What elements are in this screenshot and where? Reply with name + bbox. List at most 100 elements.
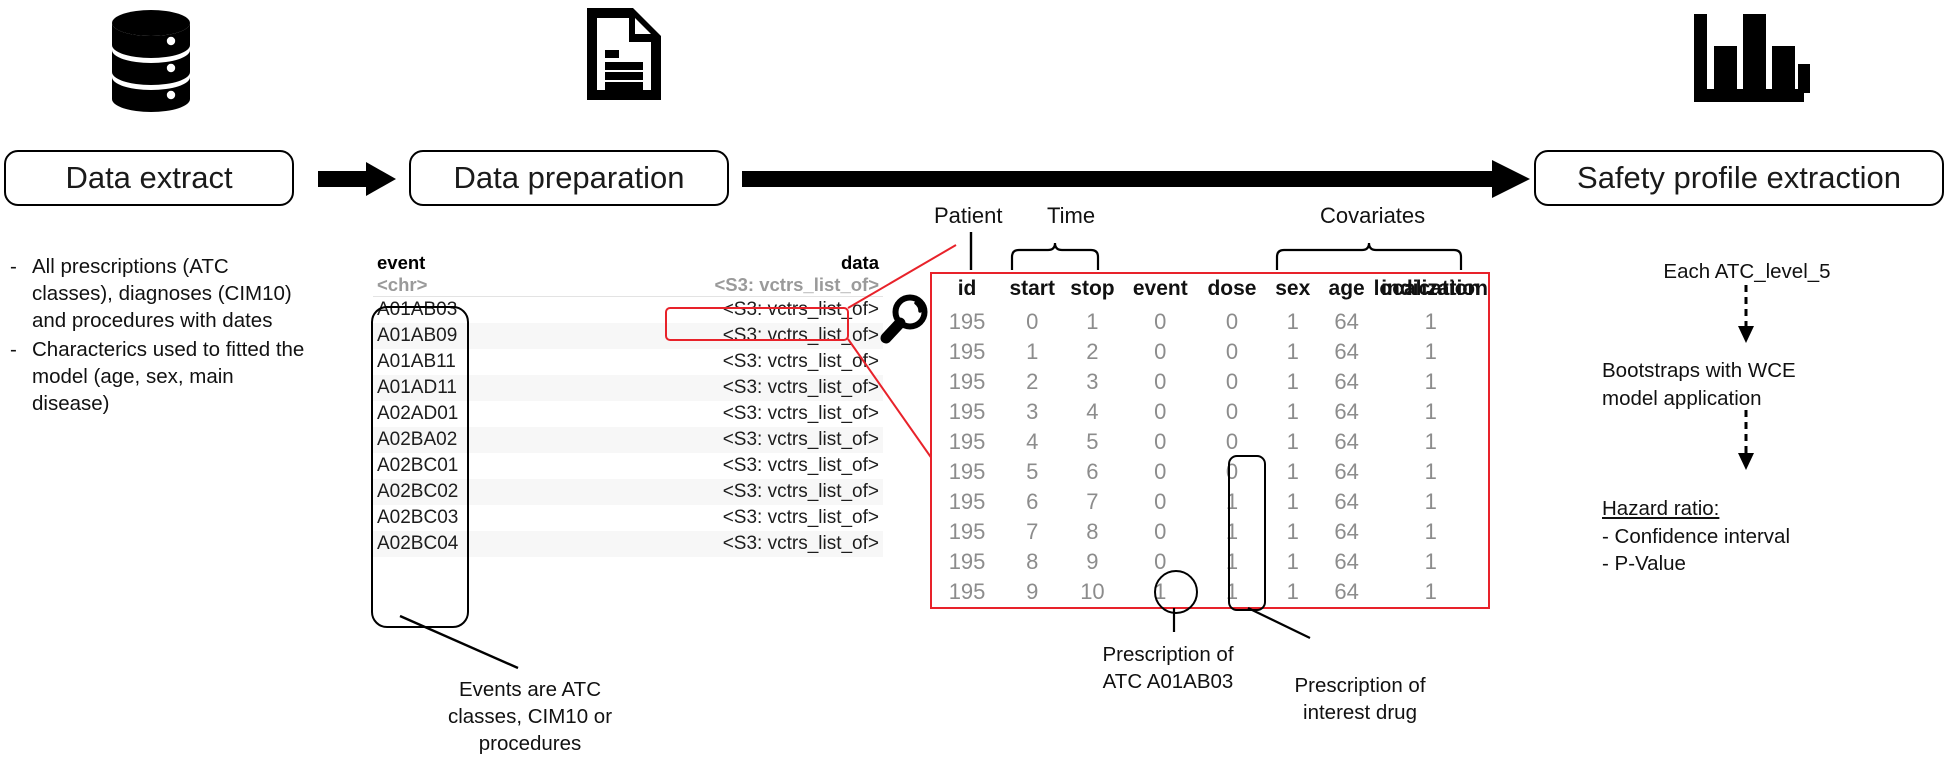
- cell-indication: 1: [1424, 549, 1437, 574]
- cell-data: <S3: vctrs_list_of>: [722, 351, 879, 372]
- table-row[interactable]: A02AD01 <S3: vctrs_list_of>: [373, 401, 883, 427]
- group-label-patient: Patient: [934, 203, 1003, 228]
- table-row[interactable]: 195 3 4 0 0 1 64 1: [932, 397, 1488, 427]
- group-label-time: Time: [1047, 203, 1096, 228]
- column-header-start: start: [1009, 277, 1055, 300]
- cell-data: <S3: vctrs_list_of>: [722, 403, 879, 424]
- process-box-data-extract[interactable]: Data extract: [4, 150, 294, 206]
- cell-sex: 1: [1286, 579, 1299, 604]
- column-header-age: age: [1328, 277, 1365, 300]
- table-row[interactable]: A02BC01 <S3: vctrs_list_of>: [373, 453, 883, 479]
- bullet-marker: -: [10, 338, 17, 362]
- column-header-event: event: [377, 252, 426, 273]
- table-row[interactable]: 195 6 7 0 1 1 64 1: [932, 487, 1488, 517]
- cell-data: <S3: vctrs_list_of>: [722, 325, 879, 346]
- cell-indication: 1: [1424, 579, 1437, 604]
- table-row[interactable]: 195 4 5 0 0 1 64 1: [932, 427, 1488, 457]
- right-step-bootstraps: Bootstraps with WCE model application: [1602, 359, 1796, 410]
- cell-id: 195: [948, 369, 986, 394]
- cell-age: 64: [1334, 309, 1359, 334]
- table-row[interactable]: A02BA02 <S3: vctrs_list_of>: [373, 427, 883, 453]
- cell-age: 64: [1334, 549, 1359, 574]
- cell-id: 195: [948, 519, 986, 544]
- event-data-table: event data <chr> <S3: vctrs_list_of> A01…: [373, 252, 883, 557]
- cell-event: A01AB09: [377, 325, 458, 346]
- cell-data: <S3: vctrs_list_of>: [722, 507, 879, 528]
- table-row[interactable]: 195 0 1 0 0 1 64 1: [932, 307, 1488, 337]
- table-row[interactable]: A02BC03 <S3: vctrs_list_of>: [373, 505, 883, 531]
- annotation-event-prescription: Prescription of ATC A01AB03: [1102, 643, 1234, 694]
- table-row[interactable]: 195 8 9 0 1 1 64 1: [932, 547, 1488, 577]
- cell-start: 8: [1026, 549, 1039, 574]
- cell-event: 0: [1154, 459, 1167, 484]
- table-row[interactable]: 195 7 8 0 1 1 64 1: [932, 517, 1488, 547]
- cell-event: 0: [1154, 369, 1167, 394]
- cell-data: <S3: vctrs_list_of>: [722, 377, 879, 398]
- cell-id: 195: [948, 309, 986, 334]
- list-item: - All prescriptions (ATC classes), diagn…: [10, 253, 310, 334]
- table-row[interactable]: A02BC02 <S3: vctrs_list_of>: [373, 479, 883, 505]
- group-label-covariates: Covariates: [1320, 203, 1426, 228]
- cell-dose: 0: [1225, 309, 1239, 334]
- database-icon: [105, 8, 197, 112]
- cell-dose: 0: [1225, 399, 1239, 424]
- table-row[interactable]: 195 1 2 0 0 1 64 1: [932, 337, 1488, 367]
- cell-id: 195: [948, 459, 986, 484]
- column-header-sex: sex: [1275, 277, 1311, 300]
- process-box-data-preparation[interactable]: Data preparation: [409, 150, 729, 206]
- right-result-item: - P-Value: [1602, 552, 1686, 576]
- cell-indication: 1: [1424, 429, 1437, 454]
- table-header-row: id start stop event dose sex age localiz…: [932, 274, 1488, 307]
- column-header-event: event: [1132, 277, 1188, 300]
- cell-start: 2: [1026, 369, 1039, 394]
- cell-age: 64: [1334, 399, 1359, 424]
- cell-start: 1: [1026, 339, 1039, 364]
- cell-start: 4: [1026, 429, 1039, 454]
- list-item: - Characterics used to fitted the model …: [10, 336, 310, 417]
- cell-event: 0: [1154, 489, 1167, 514]
- cell-stop: 4: [1086, 399, 1099, 424]
- patient-table-body: 195 0 1 0 0 1 64 1 195 1 2 0 0 1 64 1 19…: [932, 307, 1488, 607]
- cell-indication: 1: [1424, 309, 1437, 334]
- column-header-data: data: [840, 252, 879, 273]
- cell-event: 0: [1154, 399, 1167, 424]
- cell-age: 64: [1334, 579, 1359, 604]
- table-row[interactable]: A01AB09 <S3: vctrs_list_of>: [373, 323, 883, 349]
- cell-event: A01AB11: [377, 351, 456, 372]
- cell-stop: 2: [1086, 339, 1099, 364]
- cell-age: 64: [1334, 489, 1359, 514]
- event-table-body: A01AB03 <S3: vctrs_list_of> A01AB09 <S3: v…: [373, 297, 883, 557]
- table-row[interactable]: A01AD11 <S3: vctrs_list_of>: [373, 375, 883, 401]
- cell-event: 0: [1154, 429, 1167, 454]
- cell-age: 64: [1334, 429, 1359, 454]
- cell-stop: 6: [1086, 459, 1099, 484]
- cell-event: 0: [1154, 309, 1167, 334]
- cell-event: 0: [1154, 519, 1167, 544]
- cell-age: 64: [1334, 519, 1359, 544]
- cell-data: <S3: vctrs_list_of>: [722, 481, 879, 502]
- cell-dose: 0: [1225, 339, 1239, 364]
- cell-sex: 1: [1286, 369, 1299, 394]
- cell-sex: 1: [1286, 489, 1299, 514]
- bullet-text: All prescriptions (ATC classes), diagnos…: [32, 255, 292, 333]
- table-row[interactable]: 195 5 6 0 0 1 64 1: [932, 457, 1488, 487]
- table-row[interactable]: A01AB11 <S3: vctrs_list_of>: [373, 349, 883, 375]
- column-header-indication-localization: localization indication localization: [1374, 274, 1488, 307]
- bar-chart-icon: [1690, 10, 1810, 106]
- cell-event: A02BC03: [377, 507, 459, 528]
- cell-event: A02BC01: [377, 455, 459, 476]
- patient-data-table: id start stop event dose sex age localiz…: [930, 272, 1490, 609]
- process-box-safety-profile-extraction[interactable]: Safety profile extraction: [1534, 150, 1944, 206]
- cell-sex: 1: [1286, 459, 1299, 484]
- process-box-label: Data extract: [65, 160, 233, 195]
- table-row[interactable]: 195 9 10 1 1 1 64 1: [932, 577, 1488, 607]
- cell-stop: 3: [1086, 369, 1099, 394]
- annotation-leader-lines: [1172, 607, 1311, 639]
- flow-arrow-1: [318, 160, 398, 198]
- table-row[interactable]: 195 2 3 0 0 1 64 1: [932, 367, 1488, 397]
- table-row[interactable]: A02BC04 <S3: vctrs_list_of>: [373, 531, 883, 557]
- cell-id: 195: [948, 399, 986, 424]
- cell-event: A01AD11: [377, 377, 457, 398]
- flow-arrow-2: [742, 158, 1532, 200]
- table-row[interactable]: A01AB03 <S3: vctrs_list_of>: [373, 297, 883, 324]
